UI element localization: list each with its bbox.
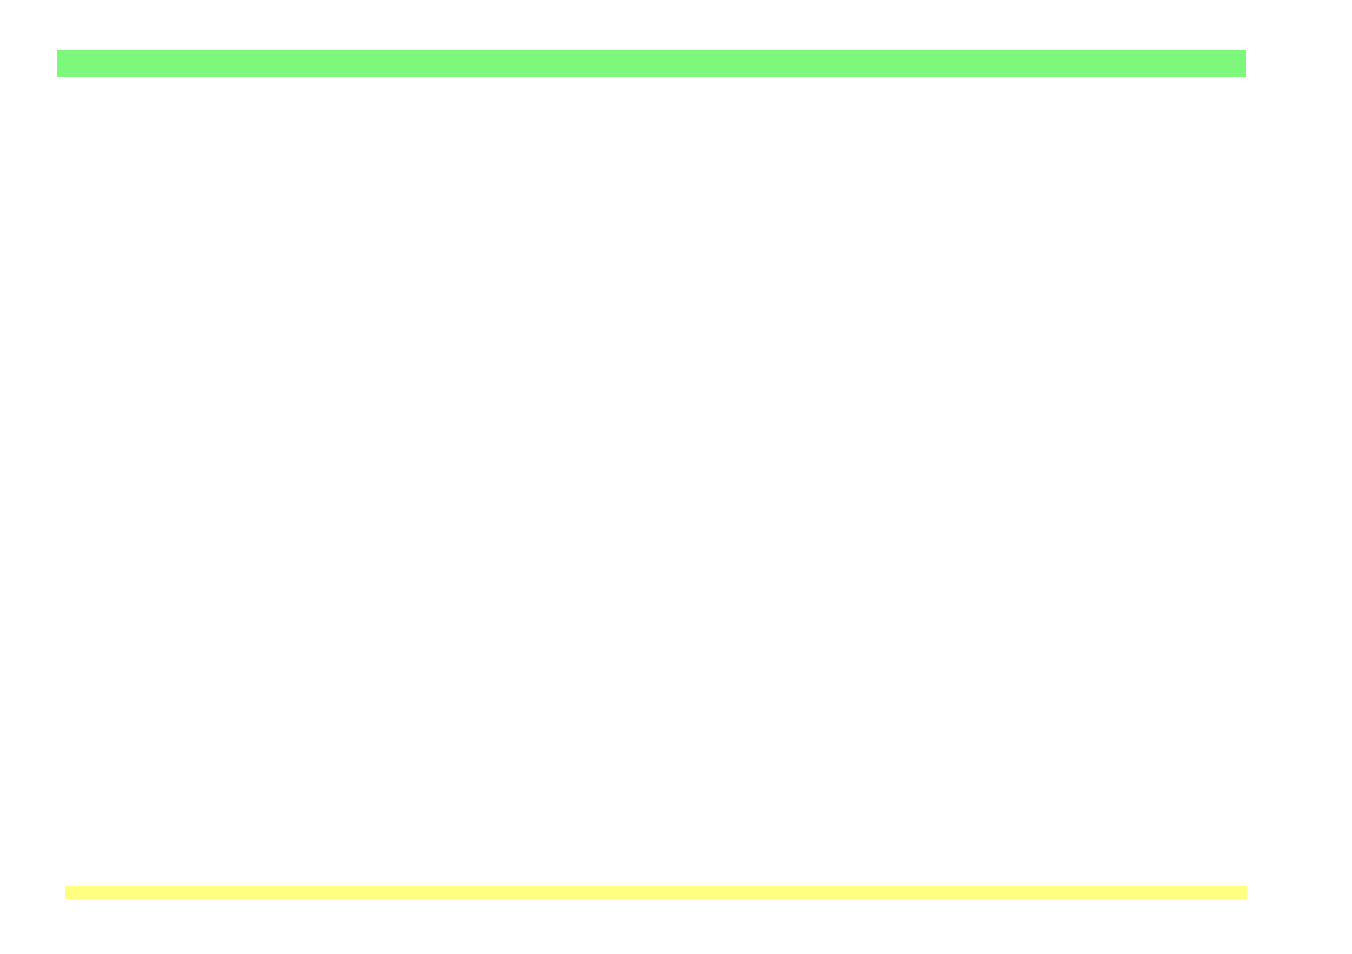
bottom-bar <box>65 886 1247 899</box>
top-bar <box>57 50 1246 77</box>
